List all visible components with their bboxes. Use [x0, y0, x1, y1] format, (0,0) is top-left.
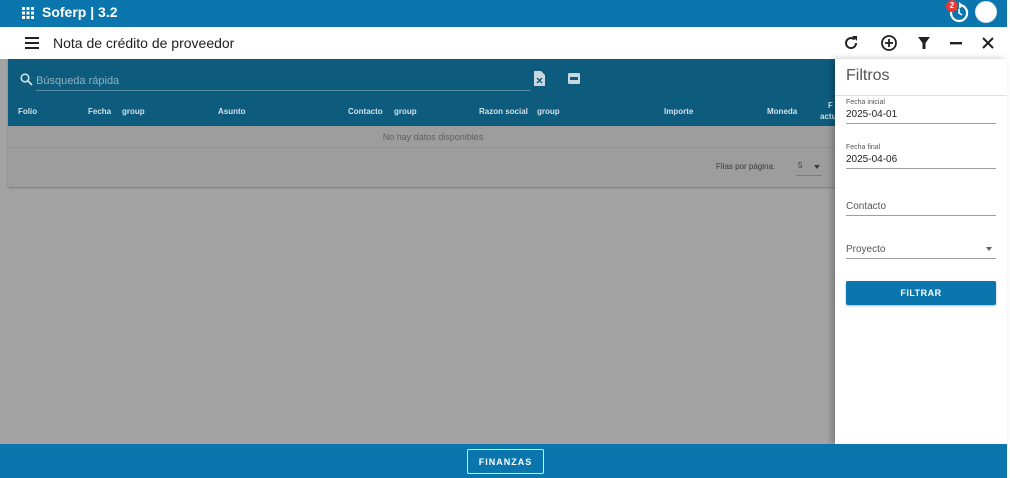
chevron-down-icon — [814, 165, 820, 169]
column-header-razon-social[interactable]: Razon social — [479, 107, 528, 116]
fecha-inicial-value[interactable]: 2025-04-01 — [846, 109, 996, 124]
column-header-folio[interactable]: Folio — [18, 107, 37, 116]
filters-panel: Filtros Fecha inicial 2025-04-01 Fecha f… — [835, 59, 1007, 444]
finanzas-button[interactable]: FINANZAS — [467, 449, 544, 474]
fecha-final-field[interactable]: Fecha final 2025-04-06 — [846, 144, 996, 169]
bottom-bar: FINANZAS — [0, 444, 1007, 478]
excel-icon[interactable] — [534, 71, 545, 86]
column-header-f[interactable]: F — [828, 101, 833, 110]
column-header-group-3[interactable]: group — [537, 107, 560, 116]
apps-grid-icon[interactable] — [22, 7, 34, 19]
empty-table-message: No hay datos disponibles — [8, 126, 858, 148]
app-header: Soferp | 3.2 2 — [0, 0, 1007, 27]
rows-per-page-label: Filas por página: — [716, 162, 776, 171]
search-icon — [20, 73, 33, 86]
menu-icon[interactable] — [25, 37, 39, 49]
add-circle-icon[interactable] — [880, 34, 898, 52]
close-icon[interactable] — [979, 34, 997, 52]
chevron-down-icon — [986, 247, 992, 251]
fecha-inicial-field[interactable]: Fecha inicial 2025-04-01 — [846, 99, 996, 124]
column-header-group-2[interactable]: group — [394, 107, 417, 116]
column-header-asunto[interactable]: Asunto — [218, 107, 246, 116]
filters-title: Filtros — [846, 67, 890, 84]
column-header-actu[interactable]: actu — [820, 112, 836, 121]
minimize-icon[interactable] — [947, 34, 965, 52]
sync-button[interactable]: 2 — [946, 0, 970, 24]
page-title: Nota de crédito de proveedor — [53, 35, 235, 51]
rows-per-page-select[interactable]: 5 — [796, 158, 822, 176]
column-header-importe[interactable]: Importe — [664, 107, 693, 116]
contacto-label[interactable]: Contacto — [846, 201, 996, 216]
fecha-final-value[interactable]: 2025-04-06 — [846, 154, 996, 169]
column-header-moneda[interactable]: Moneda — [767, 107, 797, 116]
refresh-icon[interactable] — [842, 34, 860, 52]
app-title: Soferp | 3.2 — [42, 4, 118, 20]
proyecto-select[interactable]: Proyecto — [846, 244, 996, 259]
proyecto-label: Proyecto — [846, 244, 886, 255]
contacto-field[interactable]: Contacto — [846, 201, 996, 216]
fecha-final-label: Fecha final — [846, 144, 881, 151]
notification-badge: 2 — [946, 0, 958, 12]
proyecto-select-box[interactable]: Proyecto — [846, 244, 996, 259]
column-header-fecha[interactable]: Fecha — [88, 107, 111, 116]
data-table-card: Folio Fecha group Asunto Contacto group … — [8, 59, 858, 187]
avatar[interactable] — [975, 1, 997, 23]
divider — [835, 95, 1007, 96]
column-header-contacto[interactable]: Contacto — [348, 107, 383, 116]
pdf-icon[interactable] — [568, 73, 580, 84]
rows-per-page-value: 5 — [798, 161, 803, 170]
search-input[interactable] — [36, 71, 530, 91]
table-header: Folio Fecha group Asunto Contacto group … — [8, 59, 858, 126]
filter-icon[interactable] — [915, 34, 933, 52]
column-header-group-1[interactable]: group — [122, 107, 145, 116]
fecha-inicial-label: Fecha inicial — [846, 99, 885, 106]
page-toolbar: Nota de crédito de proveedor — [0, 27, 1007, 59]
filtrar-button[interactable]: FILTRAR — [846, 281, 996, 305]
